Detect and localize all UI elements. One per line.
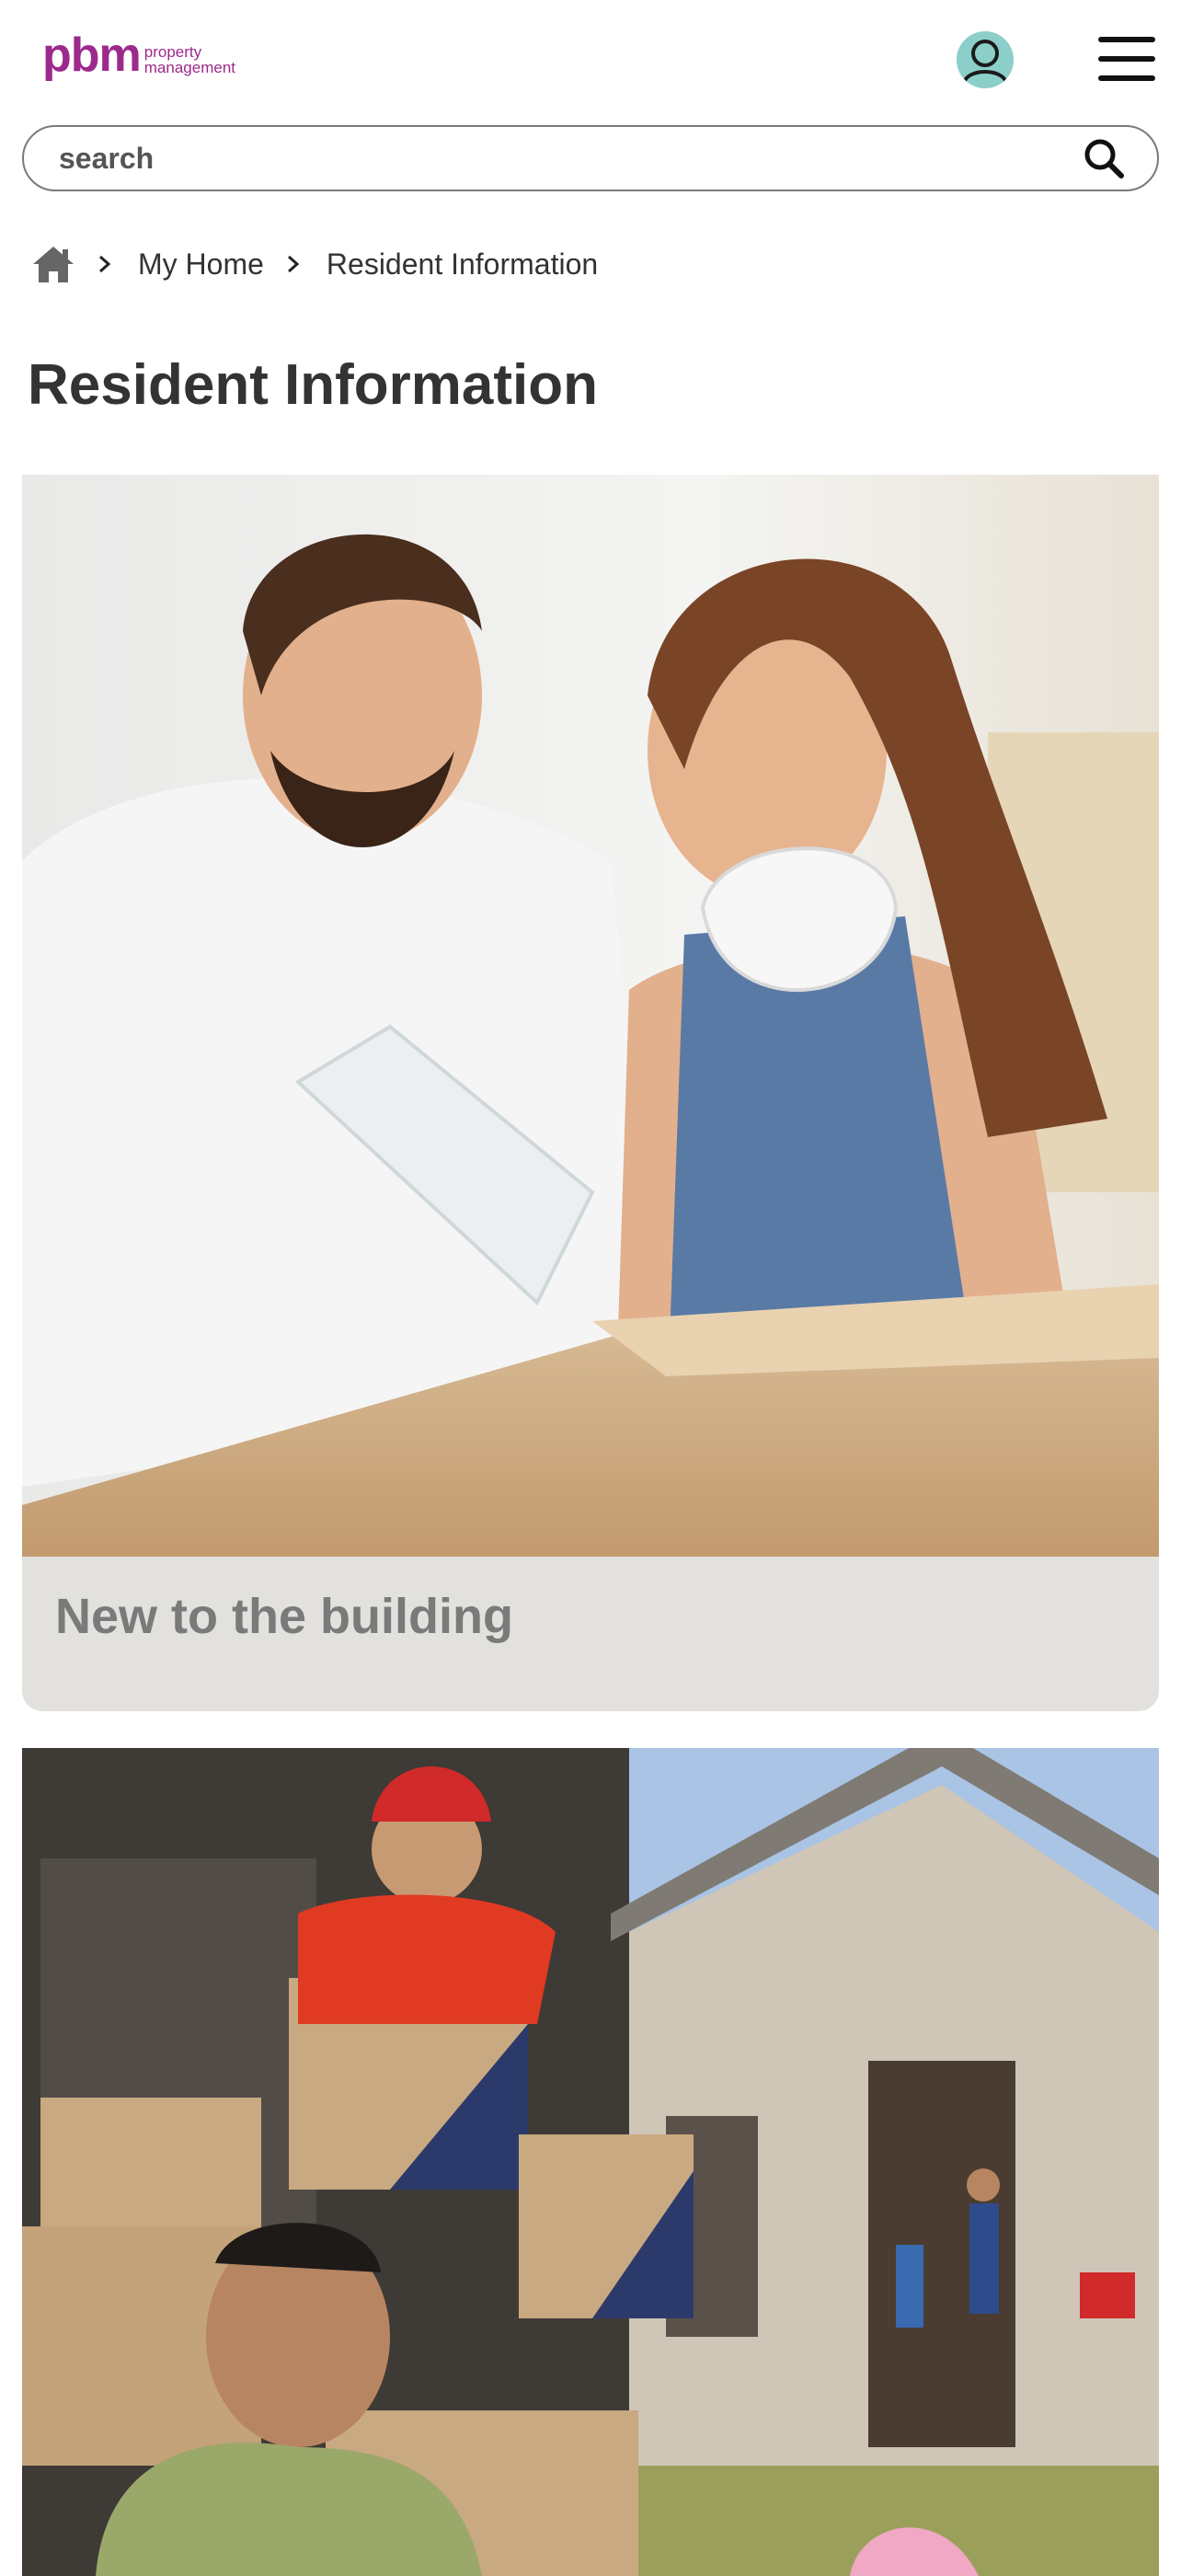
menu-bar-top xyxy=(1098,37,1155,42)
search-input[interactable] xyxy=(59,127,1052,190)
card-label: New to the building xyxy=(55,1589,513,1644)
home-icon[interactable] xyxy=(31,244,75,284)
breadcrumb-current: Resident Information xyxy=(326,247,599,281)
user-icon xyxy=(957,31,1014,88)
search-button[interactable] xyxy=(1082,136,1126,180)
hamburger-menu-button[interactable] xyxy=(1098,37,1155,81)
logo-line-1: property xyxy=(143,43,202,61)
logo-subtitle: property management xyxy=(144,44,235,75)
page-title: Resident Information xyxy=(28,353,599,417)
logo-line-2: management xyxy=(143,59,235,76)
menu-bar-middle xyxy=(1098,56,1155,62)
couple-unpacking-photo xyxy=(22,475,1159,1557)
search-bar xyxy=(22,125,1159,191)
account-button[interactable] xyxy=(957,31,1014,88)
movers-with-boxes-photo xyxy=(22,1748,1159,2576)
chevron-right-icon xyxy=(287,255,300,273)
chevron-right-icon xyxy=(99,255,111,273)
search-icon xyxy=(1084,139,1124,178)
site-header: pbm property management xyxy=(0,0,1181,118)
card-new-to-building[interactable]: New to the building xyxy=(22,475,1159,1711)
pbm-logo[interactable]: pbm property management xyxy=(42,31,235,79)
breadcrumb-my-home[interactable]: My Home xyxy=(138,247,264,282)
breadcrumb: My Home Resident Information xyxy=(31,241,598,287)
logo-mark: pbm xyxy=(42,29,142,82)
menu-bar-bottom xyxy=(1098,75,1155,81)
card-moving[interactable] xyxy=(22,1748,1159,2576)
